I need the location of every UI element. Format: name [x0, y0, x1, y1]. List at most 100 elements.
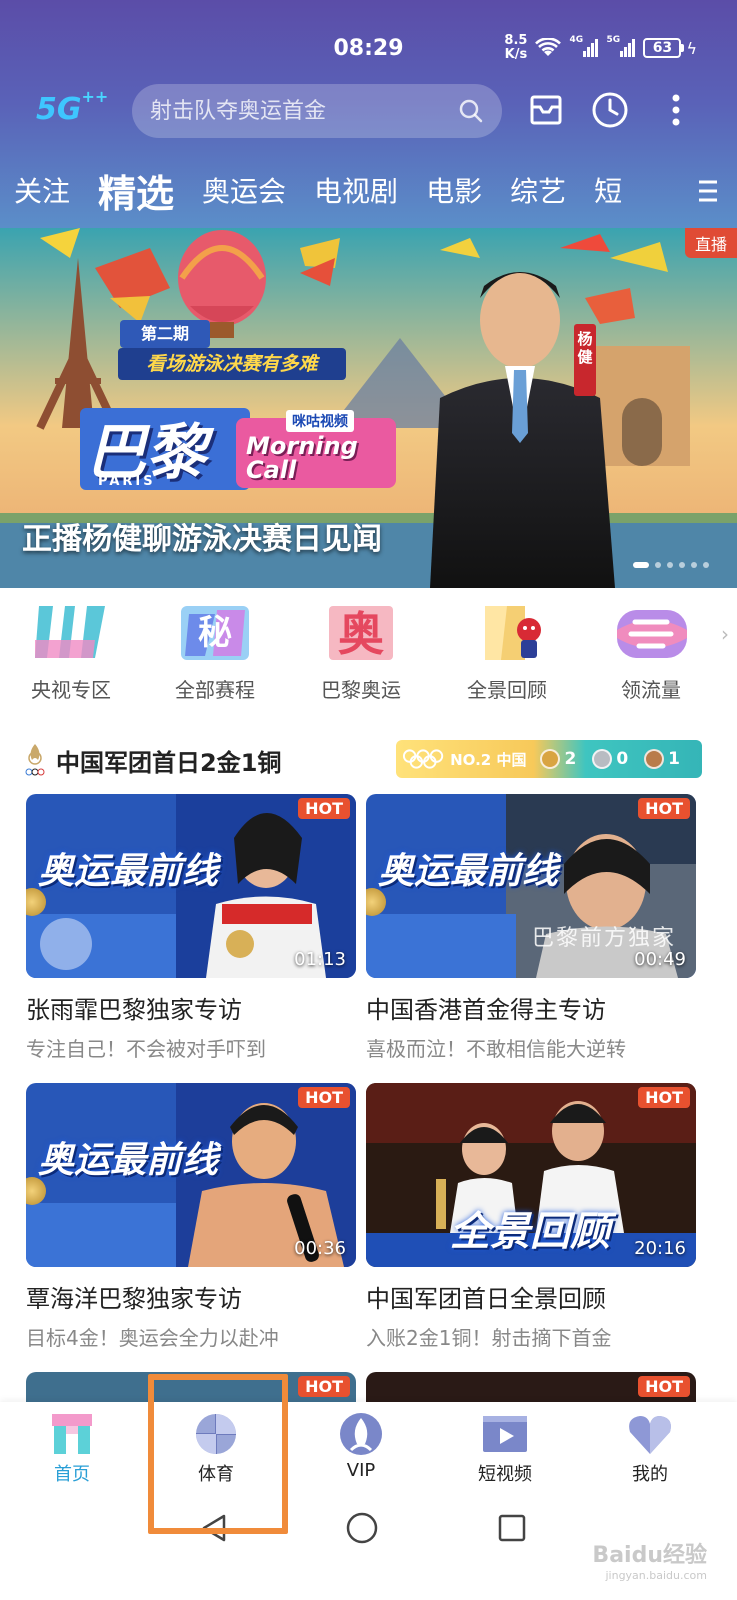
- video-duration: 00:49: [634, 949, 686, 970]
- quick-entries: 央视专区 秘 全部赛程 奥 巴黎奥运 全景回顾 领流量 ›: [0, 600, 737, 710]
- video-thumbnail[interactable]: 全景回顾 HOT 20:16: [366, 1083, 696, 1267]
- hot-badge: HOT: [298, 798, 350, 819]
- schedule-icon: 秘: [181, 606, 249, 660]
- video-title[interactable]: 中国香港首金得主专访: [366, 990, 696, 1025]
- cctv-icon: [35, 606, 105, 658]
- search-icon[interactable]: [458, 98, 484, 124]
- tab-featured[interactable]: 精选: [98, 163, 174, 218]
- app-logo-text: 5G: [36, 92, 82, 127]
- overlay-text: 全景回顾: [450, 1209, 610, 1255]
- silver-medal-count: 0: [592, 749, 628, 769]
- net-speed-unit: K/s: [504, 47, 528, 62]
- tab-tv-series[interactable]: 电视剧: [314, 170, 398, 210]
- gold-count: 2: [564, 749, 577, 769]
- tab-olympics[interactable]: 奥运会: [202, 170, 286, 210]
- system-navigation-bar: Baidu经验 jingyan.baidu.com: [0, 1490, 737, 1600]
- video-title[interactable]: 张雨霏巴黎独家专访: [26, 990, 356, 1025]
- paris-olympics-icon: 奥: [329, 606, 393, 661]
- poster-show: Morning Call: [246, 432, 358, 484]
- quick-item-label: 央视专区: [31, 678, 111, 702]
- carousel-dot[interactable]: [633, 562, 649, 568]
- section-title: 中国军团首日2金1铜: [56, 748, 282, 777]
- video-card[interactable]: 奥运最前线 HOT 01:13 张雨霏巴黎独家专访 专注自己！不会被对手吓到: [26, 794, 356, 1062]
- video-thumbnail[interactable]: 奥运最前线 HOT 00:36: [26, 1083, 356, 1267]
- overlay-text: 奥运最前线: [378, 851, 559, 892]
- overlay-text: 奥运最前线: [38, 1140, 219, 1181]
- recent-apps-icon[interactable]: [494, 1510, 530, 1546]
- search-bar[interactable]: [132, 84, 502, 138]
- nav-label: 我的: [632, 1464, 668, 1485]
- nav-short-video[interactable]: 短视频: [445, 1410, 565, 1486]
- nav-profile[interactable]: 我的: [590, 1410, 710, 1486]
- home-button-icon[interactable]: [344, 1510, 380, 1546]
- quick-item-cctv[interactable]: 央视专区: [16, 600, 126, 703]
- gold-medal-count: 2: [540, 749, 576, 769]
- carousel-indicator: [633, 562, 709, 568]
- video-card[interactable]: 奥运最前线 巴黎前方独家 HOT 00:49 中国香港首金得主专访 喜极而泣！不…: [366, 794, 696, 1062]
- nav-home[interactable]: 首页: [12, 1410, 132, 1486]
- search-input[interactable]: [150, 98, 458, 124]
- hot-badge: HOT: [638, 798, 690, 819]
- video-thumbnail[interactable]: 奥运最前线 HOT 01:13: [26, 794, 356, 978]
- video-card[interactable]: 全景回顾 HOT 20:16 中国军团首日全景回顾 入账2金1铜！射击摘下首金: [366, 1083, 696, 1351]
- more-icon[interactable]: [656, 90, 696, 130]
- hero-banner[interactable]: 第二期 看场游泳决赛有多难 巴黎 PARIS 咪咕视频 Morning Call…: [0, 228, 737, 588]
- video-thumbnail[interactable]: 奥运最前线 巴黎前方独家 HOT 00:49: [366, 794, 696, 978]
- carousel-dot[interactable]: [655, 562, 661, 568]
- gold-medal-icon: [540, 749, 561, 769]
- message-icon[interactable]: [526, 90, 566, 130]
- hot-badge: HOT: [298, 1087, 350, 1108]
- tab-short[interactable]: 短: [594, 170, 622, 210]
- quick-item-review[interactable]: 全景回顾: [452, 600, 562, 703]
- nav-label: 短视频: [478, 1464, 532, 1485]
- overlay-text: 奥运最前线: [38, 851, 219, 892]
- video-card[interactable]: 奥运最前线 HOT 00:36 覃海洋巴黎独家专访 目标4金！奥运会全力以赴冲: [26, 1083, 356, 1351]
- app-logo-sup: ++: [81, 87, 109, 106]
- charging-icon: ϟ: [686, 38, 697, 58]
- silver-medal-icon: [592, 749, 613, 769]
- video-subtitle: 入账2金1铜！射击摘下首金: [366, 1326, 612, 1350]
- bronze-medal-count: 1: [644, 749, 680, 769]
- nav-vip[interactable]: VIP: [301, 1410, 421, 1481]
- video-title[interactable]: 中国军团首日全景回顾: [366, 1279, 696, 1314]
- carousel-dot[interactable]: [679, 562, 685, 568]
- poster-episode: 第二期: [140, 324, 189, 343]
- back-icon[interactable]: [196, 1510, 232, 1546]
- quick-item-label: 全景回顾: [467, 678, 547, 702]
- bottom-navigation: 首页 体育 VIP 短视频 我的: [0, 1402, 737, 1490]
- carousel-dot[interactable]: [691, 562, 697, 568]
- chevron-right-icon[interactable]: ›: [721, 622, 729, 646]
- hot-badge: HOT: [638, 1087, 690, 1108]
- app-logo[interactable]: 5G++: [36, 87, 108, 127]
- nav-label: 体育: [198, 1464, 234, 1485]
- history-icon[interactable]: [590, 90, 630, 130]
- poster-paris: PARIS: [98, 474, 156, 489]
- poster-subtitle: 看场游泳决赛有多难: [146, 353, 318, 375]
- battery-icon: 63 ϟ: [643, 38, 697, 58]
- tab-variety[interactable]: 综艺: [510, 170, 566, 210]
- home-icon: [52, 1414, 92, 1454]
- status-icons: 8.5 K/s 4G 5G 63 ϟ: [504, 34, 697, 62]
- tab-movies[interactable]: 电影: [426, 170, 482, 210]
- quick-item-label: 巴黎奥运: [321, 678, 401, 702]
- tab-follow[interactable]: 关注: [14, 170, 70, 210]
- category-menu-icon[interactable]: [697, 178, 719, 204]
- carousel-dot[interactable]: [667, 562, 673, 568]
- video-duration: 01:13: [294, 949, 346, 970]
- vip-icon: [340, 1413, 382, 1455]
- quick-item-data-gift[interactable]: 领流量: [596, 600, 706, 703]
- quick-item-paris-olympics[interactable]: 奥 巴黎奥运: [306, 600, 416, 703]
- video-duration: 00:36: [294, 1238, 346, 1259]
- data-gift-icon: [617, 610, 687, 658]
- video-subtitle: 专注自己！不会被对手吓到: [26, 1037, 266, 1061]
- overlay-tag: 奥运最前线: [38, 1131, 218, 1183]
- nav-sports[interactable]: 体育: [156, 1410, 276, 1486]
- quick-item-schedule[interactable]: 秘 全部赛程: [160, 600, 270, 703]
- bronze-medal-icon: [644, 749, 665, 769]
- paris-2024-logo-icon: [25, 744, 45, 776]
- medal-table-bar[interactable]: NO.2 中国 2 0 1: [396, 740, 702, 778]
- video-title[interactable]: 覃海洋巴黎独家专访: [26, 1279, 356, 1314]
- watermark: Baidu经验 jingyan.baidu.com: [592, 1537, 707, 1582]
- overlay-subtext: 巴黎前方独家: [532, 926, 677, 951]
- carousel-dot[interactable]: [703, 562, 709, 568]
